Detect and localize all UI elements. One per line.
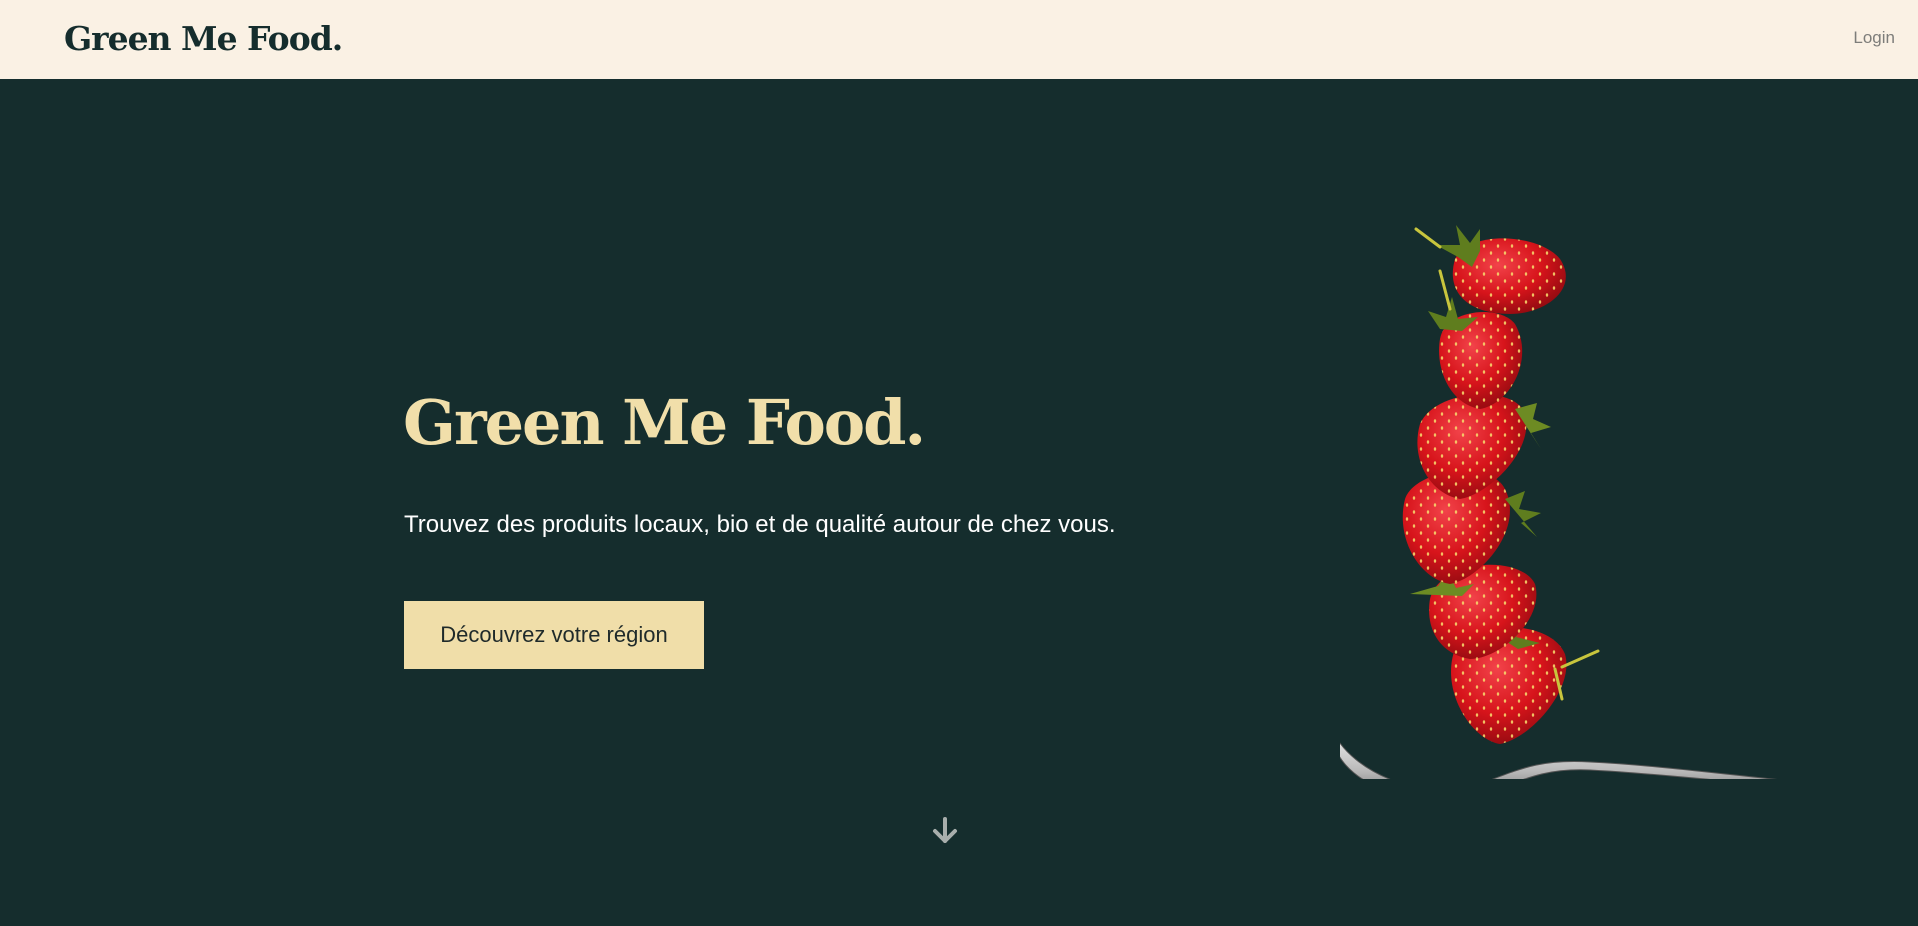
hero-title: Green Me Food. [403, 386, 926, 459]
strawberries-on-spoon-image [1340, 225, 1777, 779]
arrow-down-icon[interactable] [929, 815, 961, 847]
hero-subtitle: Trouvez des produits locaux, bio et de q… [404, 511, 1116, 538]
top-navbar: Green Me Food. Login [0, 0, 1918, 79]
hero-section: Green Me Food. Trouvez des produits loca… [0, 79, 1918, 926]
brand-logo[interactable]: Green Me Food. [64, 18, 343, 60]
login-link[interactable]: Login [1853, 28, 1895, 48]
discover-region-button[interactable]: Découvrez votre région [404, 601, 704, 669]
